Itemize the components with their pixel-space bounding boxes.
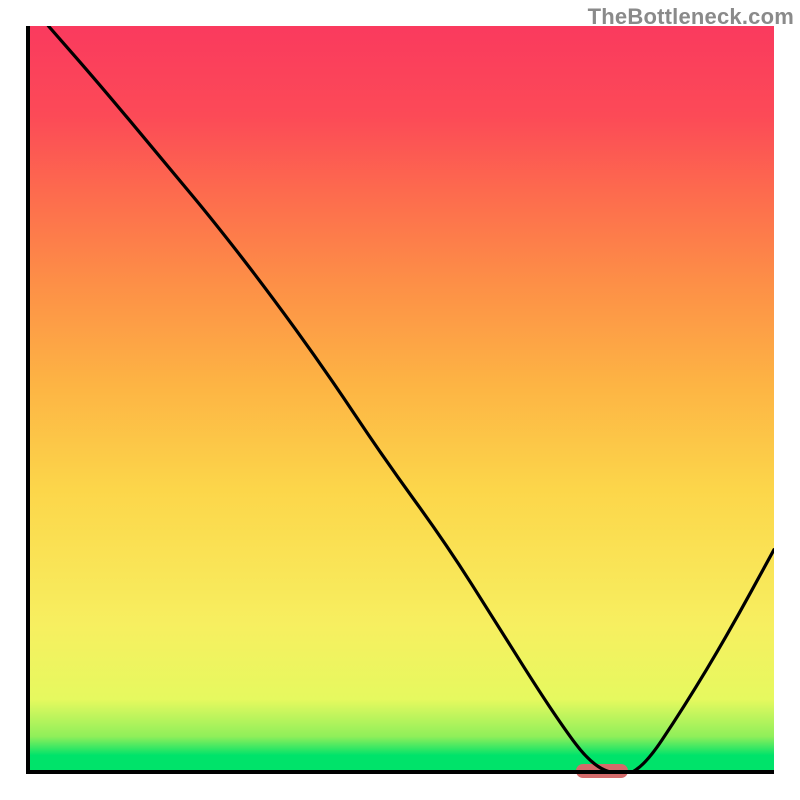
plot-area [26,26,774,774]
bottleneck-curve [48,26,774,774]
curve-svg [26,26,774,774]
chart-frame: TheBottleneck.com [0,0,800,800]
watermark-text: TheBottleneck.com [588,4,794,30]
